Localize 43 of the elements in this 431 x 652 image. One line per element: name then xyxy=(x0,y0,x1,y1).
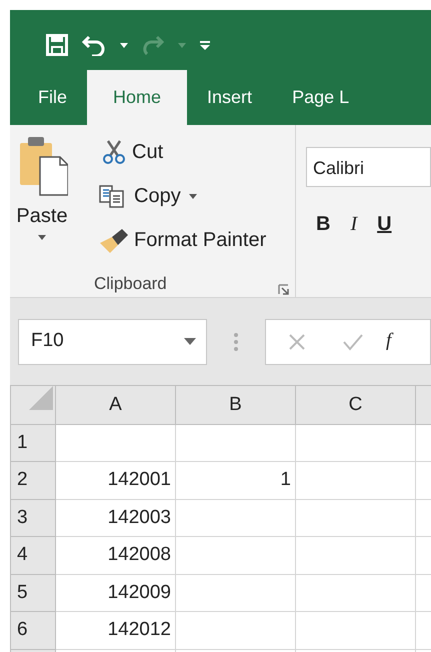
ribbon-tab[interactable]: File xyxy=(18,70,88,125)
copy-button[interactable]: Copy xyxy=(98,181,197,211)
cut-button[interactable]: Cut xyxy=(102,137,164,167)
row-header[interactable]: 6 xyxy=(10,612,56,649)
undo-icon[interactable] xyxy=(82,34,106,56)
scissors-icon xyxy=(102,139,126,165)
grip-icon xyxy=(234,332,238,350)
column-header[interactable]: A xyxy=(56,386,176,424)
customize-icon[interactable] xyxy=(200,40,210,50)
row-header[interactable]: 1 xyxy=(10,424,56,462)
table-cell: 142009 xyxy=(56,574,176,612)
function-label: f xyxy=(386,329,392,354)
caret-icon[interactable] xyxy=(184,338,196,345)
check-icon[interactable] xyxy=(342,332,364,350)
row-header[interactable]: 5 xyxy=(10,574,56,612)
font-name-field[interactable]: Calibri xyxy=(306,147,431,187)
caret-icon[interactable] xyxy=(120,42,128,48)
brush-icon xyxy=(98,227,130,253)
table-cell: 142003 xyxy=(56,499,176,536)
bold-button[interactable]: B xyxy=(316,209,330,239)
group-label: Clipboard xyxy=(94,273,167,295)
save-icon[interactable] xyxy=(46,34,68,56)
name-box[interactable]: F10 xyxy=(18,318,207,364)
underline-button[interactable]: U xyxy=(377,209,392,239)
paste-button[interactable]: Paste xyxy=(16,135,68,240)
table-cell: 142001 xyxy=(56,462,176,499)
ribbon-tab[interactable]: Page L xyxy=(272,70,370,125)
italic-button[interactable]: I xyxy=(350,209,358,239)
row-header[interactable]: 3 xyxy=(10,499,56,536)
row-header[interactable]: 2 xyxy=(10,462,56,499)
column-header[interactable]: B xyxy=(176,386,296,424)
ribbon-tab[interactable]: Home xyxy=(87,70,188,125)
column-header[interactable]: C xyxy=(296,386,416,424)
row-header[interactable]: 4 xyxy=(10,536,56,574)
caret-icon xyxy=(38,235,46,240)
ribbon-tab[interactable]: Insert xyxy=(187,70,272,125)
caret-icon xyxy=(188,194,197,198)
formula-bar[interactable]: f xyxy=(265,318,431,364)
format-painter-button[interactable]: Format Painter xyxy=(98,225,266,255)
table-cell: 142008 xyxy=(56,536,176,574)
table-cell: 142012 xyxy=(56,612,176,649)
copy-icon xyxy=(98,184,126,208)
table-cell: 1 xyxy=(176,462,296,499)
